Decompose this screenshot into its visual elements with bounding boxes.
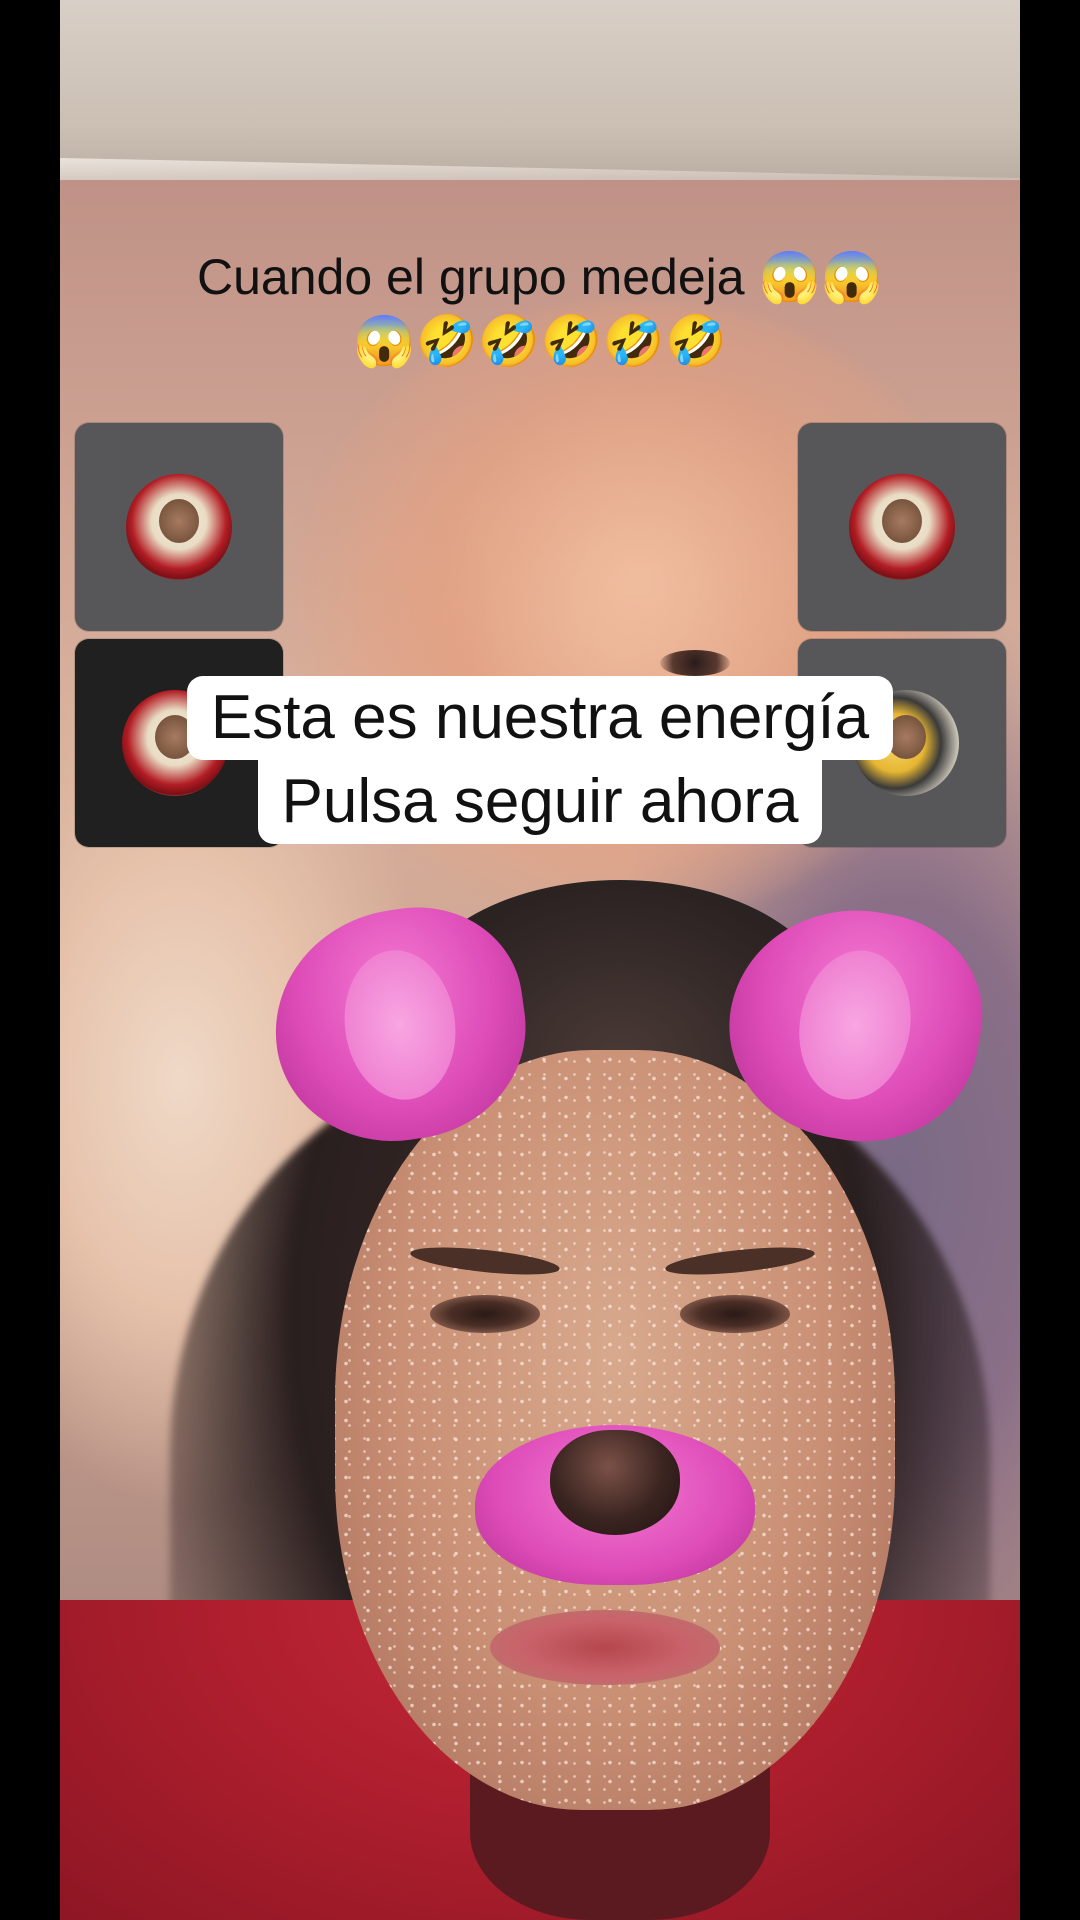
right-letterbox	[1020, 0, 1080, 1920]
subtitle-line-1: Esta es nuestra energía	[186, 676, 894, 760]
subtitle-line-2: Pulsa seguir ahora	[257, 760, 823, 844]
ear-inner	[787, 941, 923, 1109]
participant-avatar	[849, 474, 955, 580]
mouth	[490, 1610, 720, 1685]
left-eye	[430, 1295, 540, 1333]
overlay-subtitle: Esta es nuestra energía Pulsa seguir aho…	[0, 676, 1080, 844]
ear-inner	[335, 943, 465, 1107]
caption-line-1: Cuando el grupo medeja 😱😱	[196, 249, 883, 305]
video-stage[interactable]: Cuando el grupo medeja 😱😱 😱🤣🤣🤣🤣🤣 Esta es…	[0, 0, 1080, 1920]
lion-eye	[660, 650, 730, 676]
video-caption: Cuando el grupo medeja 😱😱 😱🤣🤣🤣🤣🤣	[70, 245, 1010, 373]
right-eye	[680, 1295, 790, 1333]
left-letterbox	[0, 0, 60, 1920]
participant-tile-1[interactable]	[75, 423, 283, 631]
participant-tile-2[interactable]	[798, 423, 1006, 631]
ceiling	[60, 0, 1020, 185]
dog-nose-filter	[550, 1430, 680, 1535]
caption-line-2: 😱🤣🤣🤣🤣🤣	[353, 313, 727, 369]
participant-avatar	[126, 474, 232, 580]
